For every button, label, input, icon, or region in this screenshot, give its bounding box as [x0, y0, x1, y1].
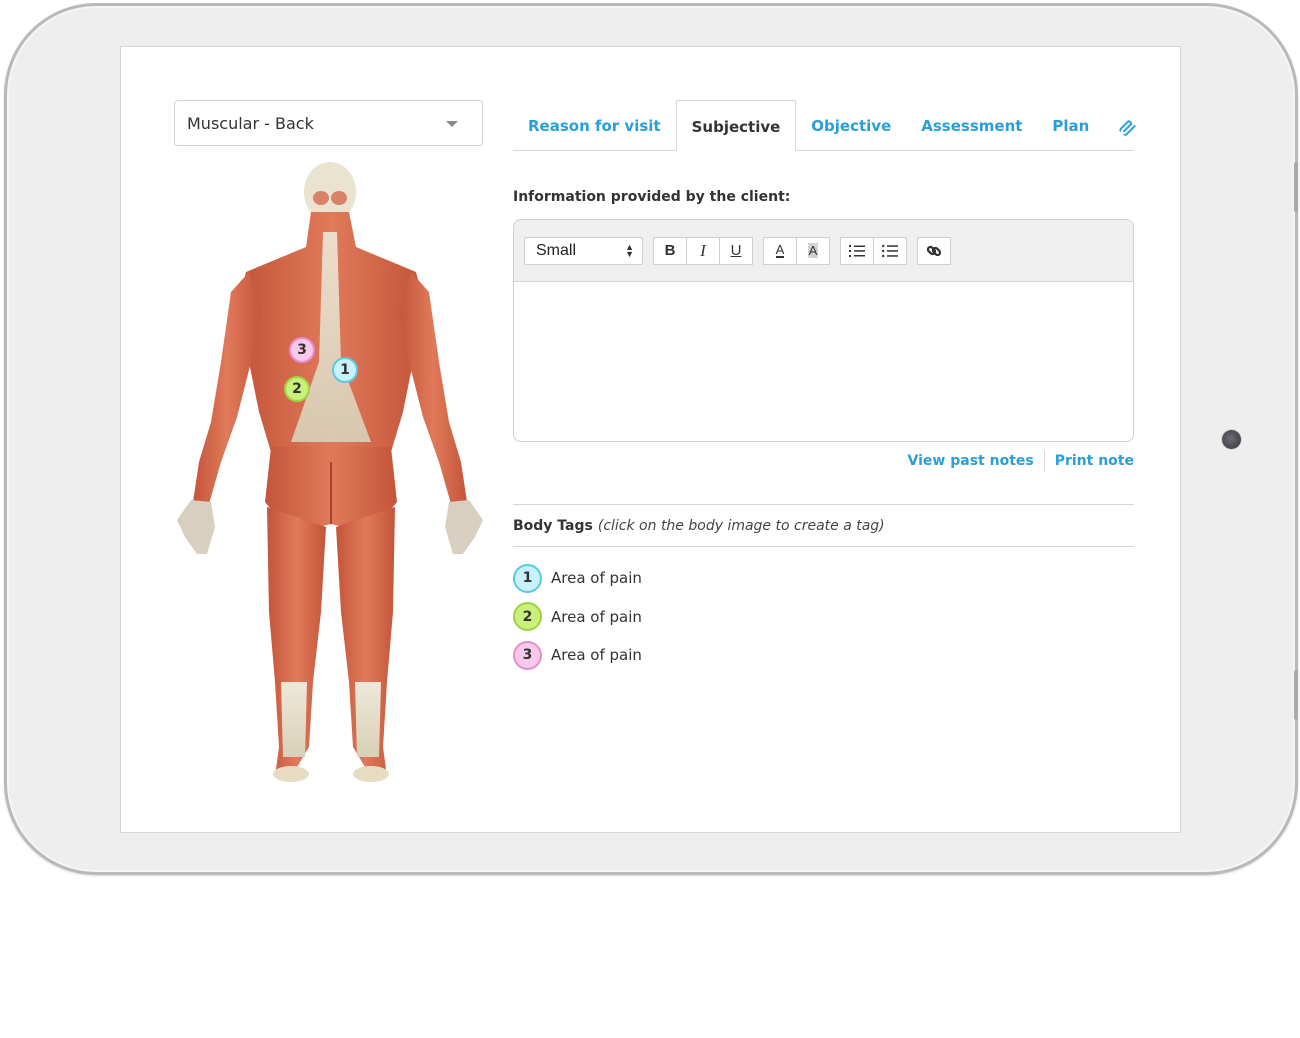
figure-right-hand: [445, 500, 483, 554]
tab-assessment[interactable]: Assessment: [906, 100, 1037, 150]
body-image[interactable]: 3 1 2: [171, 162, 491, 792]
body-tag-marker-2[interactable]: 2: [284, 376, 310, 402]
body-tag-marker-3[interactable]: 3: [289, 337, 315, 363]
body-tag-item[interactable]: 1 Area of pain: [513, 559, 1134, 598]
muscular-back-figure: [177, 162, 483, 782]
italic-button[interactable]: I: [686, 236, 720, 265]
body-tag-marker-1[interactable]: 1: [332, 357, 358, 383]
tab-subjective[interactable]: Subjective: [675, 100, 797, 151]
tab-objective[interactable]: Objective: [796, 100, 906, 150]
format-group: B I U: [653, 236, 753, 265]
bullet-list-button[interactable]: [873, 236, 907, 265]
bold-button[interactable]: B: [653, 236, 687, 265]
body-view-select[interactable]: Muscular - Back: [174, 100, 483, 146]
figure-left-achilles: [281, 682, 307, 757]
bullet-list-icon: [882, 244, 898, 257]
figure-left-foot: [273, 766, 309, 782]
paperclip-icon: [1115, 113, 1141, 139]
figure-right-foot: [353, 766, 389, 782]
view-past-notes-link[interactable]: View past notes: [908, 453, 1034, 469]
insert-link-button[interactable]: [917, 236, 951, 265]
figure-left-hand: [177, 500, 215, 554]
subjective-text-area[interactable]: [514, 282, 1133, 441]
body-tags-header: Body Tags (click on the body image to cr…: [513, 504, 1134, 547]
figure-left-arm: [193, 272, 261, 504]
tab-plan[interactable]: Plan: [1037, 100, 1104, 150]
tab-attachments[interactable]: [1104, 100, 1152, 150]
tag-number-badge: 2: [513, 602, 542, 632]
soap-tabs: Reason for visit Subjective Objective As…: [513, 100, 1137, 151]
font-size-select[interactable]: Small ▲ ▼: [524, 236, 643, 265]
rich-text-editor: Small ▲ ▼ B I U A A: [513, 219, 1134, 442]
figure-detail: [331, 191, 347, 205]
tag-number-badge: 3: [513, 640, 542, 670]
editor-toolbar: Small ▲ ▼ B I U A A: [514, 220, 1133, 282]
body-view-select-value: Muscular - Back: [187, 113, 314, 133]
tablet-side-button: [1294, 162, 1298, 212]
color-group: A A: [763, 236, 830, 265]
tag-number-badge: 1: [513, 563, 542, 593]
tab-reason-for-visit[interactable]: Reason for visit: [513, 100, 676, 150]
notes-panel: Reason for visit Subjective Objective As…: [513, 100, 1137, 675]
figure-detail: [313, 191, 329, 205]
link-icon: [926, 245, 942, 256]
body-tags-list: 1 Area of pain 2 Area of pain 3 Area of …: [513, 559, 1134, 675]
screen: Muscular - Back 3 1 2 Reason for visit S…: [120, 46, 1181, 833]
tag-label: Area of pain: [551, 569, 642, 588]
background-color-icon: A: [807, 243, 819, 258]
figure-right-arm: [399, 272, 467, 504]
body-tag-item[interactable]: 3 Area of pain: [513, 636, 1134, 675]
underline-button[interactable]: U: [719, 236, 753, 265]
font-size-value: Small: [536, 241, 577, 259]
chevron-down-icon: [446, 121, 458, 127]
tablet-camera: [1222, 430, 1241, 449]
body-tags-title: Body Tags: [513, 517, 593, 534]
font-color-button[interactable]: A: [763, 236, 797, 265]
ordered-list-button[interactable]: [840, 236, 874, 265]
print-note-link[interactable]: Print note: [1055, 453, 1134, 469]
list-group: [840, 236, 907, 265]
figure-right-achilles: [355, 682, 381, 757]
body-tags-hint: (click on the body image to create a tag…: [597, 517, 885, 534]
link-group: [917, 236, 951, 265]
tablet-side-button: [1294, 670, 1298, 720]
link-divider: [1043, 450, 1045, 472]
font-color-icon: A: [775, 242, 785, 258]
tag-label: Area of pain: [551, 646, 642, 665]
body-tag-item[interactable]: 2 Area of pain: [513, 598, 1134, 637]
updown-icon: ▲ ▼: [625, 241, 634, 259]
tag-label: Area of pain: [551, 607, 642, 626]
background-color-button[interactable]: A: [796, 236, 830, 265]
ordered-list-icon: [849, 244, 865, 257]
note-links: View past notes Print note: [513, 450, 1134, 472]
subjective-label: Information provided by the client:: [513, 189, 791, 205]
